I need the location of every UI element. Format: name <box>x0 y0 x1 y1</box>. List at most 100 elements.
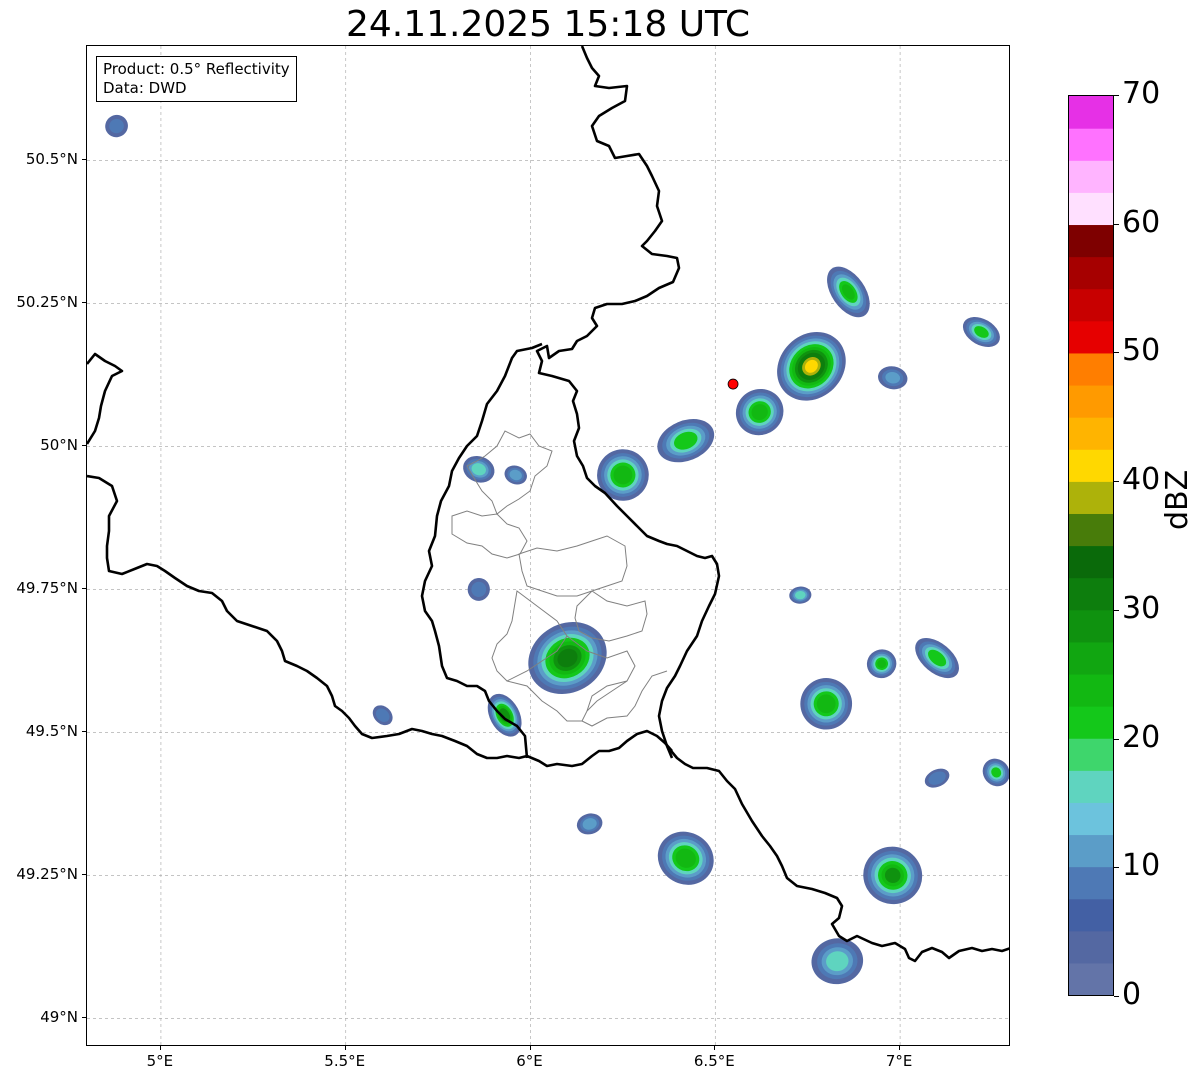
lon-tick-mark <box>529 1046 531 1050</box>
lat-tick-mark <box>82 302 86 304</box>
colorbar-scale <box>1069 96 1113 995</box>
colorbar-segment <box>1069 866 1113 900</box>
colorbar-segment <box>1069 320 1113 354</box>
echo-cell <box>504 465 527 485</box>
lat-tick-label: 50.5°N <box>25 150 78 169</box>
lon-tick-mark <box>899 1046 901 1050</box>
colorbar-segment <box>1069 160 1113 193</box>
radar-map-canvas <box>87 46 1009 1045</box>
echo-cell <box>915 637 959 679</box>
echo-cell <box>735 388 784 436</box>
colorbar-tick-mark <box>1114 738 1119 740</box>
echo-cell <box>105 114 128 138</box>
lon-tick-label: 7°E <box>885 1052 913 1070</box>
lon-tick-mark <box>159 1046 161 1050</box>
lon-tick-label: 5.5°E <box>324 1052 366 1070</box>
country-border <box>87 352 124 445</box>
colorbar-tick-label: 60 <box>1122 204 1161 240</box>
echo-cell <box>657 831 714 885</box>
lat-tick-label: 50.25°N <box>16 293 78 312</box>
echo-cell <box>657 419 715 463</box>
reflectivity-echoes <box>105 114 1009 985</box>
echo-cell <box>576 813 603 835</box>
echo-cell <box>597 449 649 501</box>
colorbar-tick-mark <box>1114 867 1119 869</box>
colorbar-segment <box>1069 545 1113 579</box>
colorbar-segment <box>1069 802 1113 836</box>
lat-tick-mark <box>82 731 86 733</box>
lon-tick-mark <box>344 1046 346 1050</box>
country-border <box>420 342 543 759</box>
lon-tick-label: 5°E <box>146 1052 174 1070</box>
lat-tick-label: 49.75°N <box>16 579 78 598</box>
echo-cell <box>982 758 1009 787</box>
radar-site-marker <box>727 378 739 390</box>
lat-tick-mark <box>82 588 86 590</box>
colorbar <box>1068 95 1114 996</box>
echo-cell <box>467 577 490 601</box>
lon-tick-mark <box>714 1046 716 1050</box>
colorbar-tick-label: 30 <box>1122 590 1161 626</box>
lat-tick-mark <box>82 445 86 447</box>
colorbar-tick-label: 10 <box>1122 848 1161 884</box>
echo-cell <box>924 768 950 788</box>
colorbar-segment <box>1069 513 1113 547</box>
colorbar-segment <box>1069 898 1113 932</box>
colorbar-segment <box>1069 481 1113 514</box>
colorbar-segment <box>1069 673 1113 707</box>
colorbar-segment <box>1069 288 1113 322</box>
colorbar-segment <box>1069 738 1113 771</box>
colorbar-segment <box>1069 224 1113 258</box>
colorbar-tick-label: 40 <box>1122 462 1161 498</box>
echo-cell <box>878 366 908 390</box>
colorbar-segment <box>1069 417 1113 450</box>
lat-tick-mark <box>82 159 86 161</box>
lon-tick-label: 6.5°E <box>693 1052 735 1070</box>
colorbar-tick-mark <box>1114 223 1119 225</box>
data-source-label: Data: DWD <box>103 79 187 97</box>
colorbar-segment <box>1069 641 1113 675</box>
echo-cell <box>962 316 1000 348</box>
echo-cell <box>800 678 853 730</box>
lat-tick-label: 49.5°N <box>25 722 78 741</box>
gridlines <box>87 46 1009 1045</box>
colorbar-tick-label: 50 <box>1122 333 1161 369</box>
colorbar-segment <box>1069 834 1113 868</box>
colorbar-label: dBZ <box>1160 469 1195 530</box>
admin-border <box>518 535 628 597</box>
lon-tick-label: 6°E <box>516 1052 543 1070</box>
product-label: Product: 0.5° Reflectivity <box>103 60 290 78</box>
colorbar-segment <box>1069 192 1113 226</box>
colorbar-segment <box>1069 962 1113 995</box>
echo-cell <box>811 938 864 985</box>
colorbar-tick-mark <box>1114 481 1119 483</box>
colorbar-tick-label: 70 <box>1122 76 1161 111</box>
colorbar-tick-label: 20 <box>1122 719 1161 755</box>
colorbar-segment <box>1069 352 1113 386</box>
radar-map[interactable] <box>86 45 1010 1046</box>
colorbar-segment <box>1069 256 1113 290</box>
lat-tick-label: 49.25°N <box>16 865 78 884</box>
colorbar-tick-mark <box>1114 609 1119 611</box>
echo-cell <box>827 266 870 318</box>
lat-tick-label: 50°N <box>40 436 78 455</box>
colorbar-segment <box>1069 577 1113 611</box>
admin-border <box>451 510 528 559</box>
colorbar-segment <box>1069 449 1113 482</box>
colorbar-segment <box>1069 770 1113 803</box>
colorbar-tick-mark <box>1114 996 1119 997</box>
colorbar-segment <box>1069 384 1113 418</box>
echo-cell <box>866 649 897 679</box>
echo-cell <box>789 586 812 604</box>
colorbar-tick-label: 0 <box>1122 977 1142 1012</box>
colorbar-segment <box>1069 96 1113 129</box>
echo-cell <box>372 705 393 726</box>
product-info-box: Product: 0.5° Reflectivity Data: DWD <box>96 56 297 102</box>
lat-tick-label: 49°N <box>40 1008 78 1027</box>
country-border <box>666 745 1009 963</box>
echo-cell <box>463 455 495 483</box>
map-title: 24.11.2025 15:18 UTC <box>345 4 751 45</box>
colorbar-segment <box>1069 930 1113 964</box>
colorbar-segment <box>1069 706 1113 739</box>
lat-tick-mark <box>82 1017 86 1019</box>
